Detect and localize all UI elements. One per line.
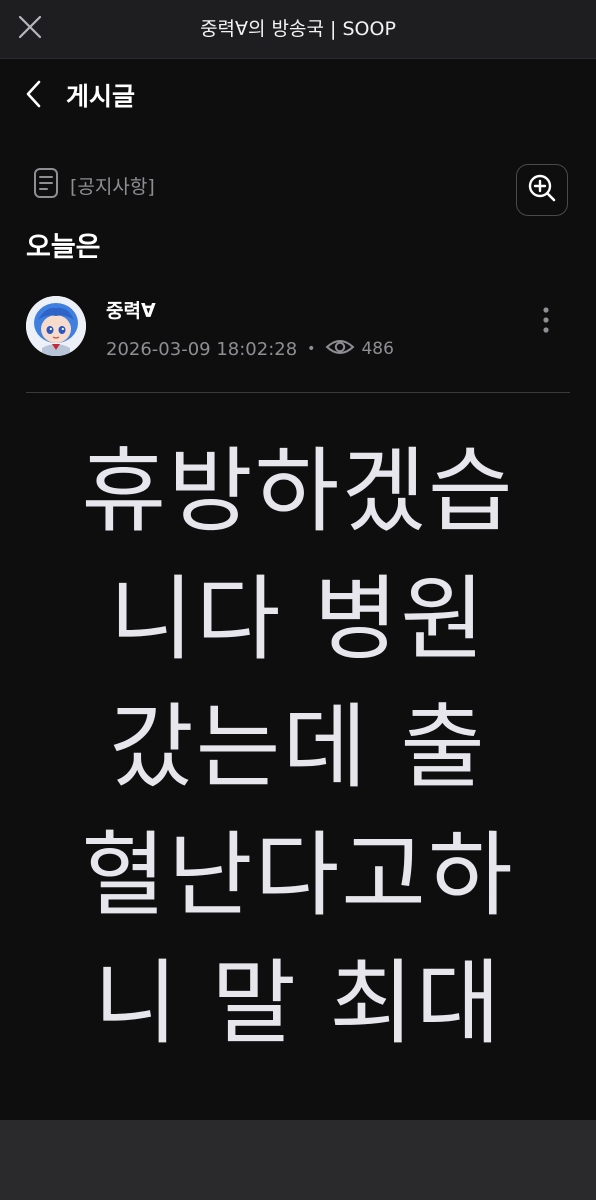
back-button[interactable] bbox=[14, 76, 54, 116]
document-icon bbox=[32, 167, 60, 203]
category-label: [공지사항] bbox=[70, 175, 155, 198]
eye-icon bbox=[325, 337, 355, 362]
bottom-bar bbox=[0, 1120, 596, 1200]
post-body: 휴방하겠습 니다 병원 갔는데 출 혈난다고하 니 말 최대 bbox=[0, 428, 596, 1118]
post-datetime: 2026-03-09 18:02:28 bbox=[106, 338, 298, 360]
divider bbox=[26, 392, 570, 393]
post-body-line: 니 말 최대 bbox=[93, 950, 503, 1057]
view-count: 486 bbox=[361, 339, 394, 359]
post-body-line: 휴방하겠습 bbox=[81, 438, 515, 545]
close-icon bbox=[17, 14, 43, 44]
post-body-line: 혈난다고하 bbox=[81, 822, 515, 929]
browser-top-bar: 중력∀의 방송국 | SOOP bbox=[0, 0, 596, 59]
post-body-line: 니다 병원 bbox=[109, 566, 487, 673]
close-button[interactable] bbox=[10, 9, 50, 49]
post-body-line: 갔는데 출 bbox=[109, 694, 487, 801]
page-title: 게시글 bbox=[66, 82, 136, 111]
author-name[interactable]: 중력∀ bbox=[106, 296, 156, 326]
nav-bar: 게시글 bbox=[0, 59, 596, 133]
zoom-in-icon bbox=[526, 172, 558, 208]
avatar[interactable] bbox=[26, 296, 86, 356]
zoom-button[interactable] bbox=[516, 164, 568, 216]
post-category: [공지사항] bbox=[32, 168, 155, 202]
post-title: 오늘은 bbox=[26, 232, 101, 263]
post-meta: 2026-03-09 18:02:28 • 486 bbox=[106, 334, 394, 364]
meta-separator: • bbox=[307, 341, 316, 357]
more-options-button[interactable] bbox=[528, 302, 564, 342]
more-vertical-icon bbox=[542, 306, 550, 338]
chevron-left-icon bbox=[24, 79, 44, 113]
browser-page-title: 중력∀의 방송국 | SOOP bbox=[200, 18, 396, 40]
